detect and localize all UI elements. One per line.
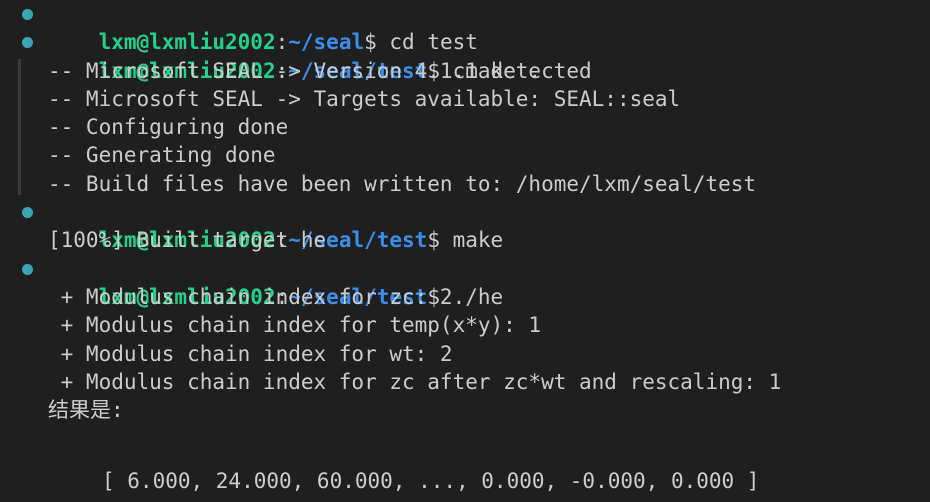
command-decoration-icon[interactable] bbox=[22, 207, 33, 219]
prompt-line-run: lxm@lxmliu2002:~/seal/test$ ./he bbox=[0, 255, 930, 309]
prompt-line-cd: lxm@lxmliu2002:~/seal$ cd test bbox=[0, 0, 930, 54]
terminal-window[interactable]: lxm@lxmliu2002:~/seal$ cd test lxm@lxmli… bbox=[0, 0, 930, 502]
output-line: + Modulus chain index for temp(x*y): 1 bbox=[48, 313, 542, 338]
output-line: -- Configuring done bbox=[48, 115, 289, 140]
output-line: [100%] Built target he bbox=[48, 228, 327, 253]
output-line: + Modulus chain index for zc: 2 bbox=[48, 284, 453, 309]
command-decoration-icon[interactable] bbox=[22, 263, 33, 275]
output-line: -- Microsoft SEAL -> Targets available: … bbox=[48, 86, 681, 111]
prompt-line-cmake: lxm@lxmliu2002:~/seal/test$ cmake . bbox=[0, 28, 930, 83]
command-decoration-icon[interactable] bbox=[22, 9, 33, 20]
prompt-line-make: lxm@lxmliu2002:~/seal/test$ make bbox=[0, 198, 930, 252]
command-decoration-icon[interactable] bbox=[22, 37, 33, 49]
output-line: + Modulus chain index for zc after zc*wt… bbox=[48, 369, 782, 394]
output-line: -- Microsoft SEAL -> Version 4.1.1 detec… bbox=[48, 58, 592, 83]
output-line: -- Build files have been written to: /ho… bbox=[48, 171, 757, 196]
output-line: + Modulus chain index for wt: 2 bbox=[48, 341, 453, 366]
output-line: -- Generating done bbox=[48, 143, 276, 168]
result-vector-line: [ 6.000, 24.000, 60.000, ..., 0.000, -0.… bbox=[102, 468, 760, 493]
output-line: 结果是: bbox=[48, 398, 124, 423]
